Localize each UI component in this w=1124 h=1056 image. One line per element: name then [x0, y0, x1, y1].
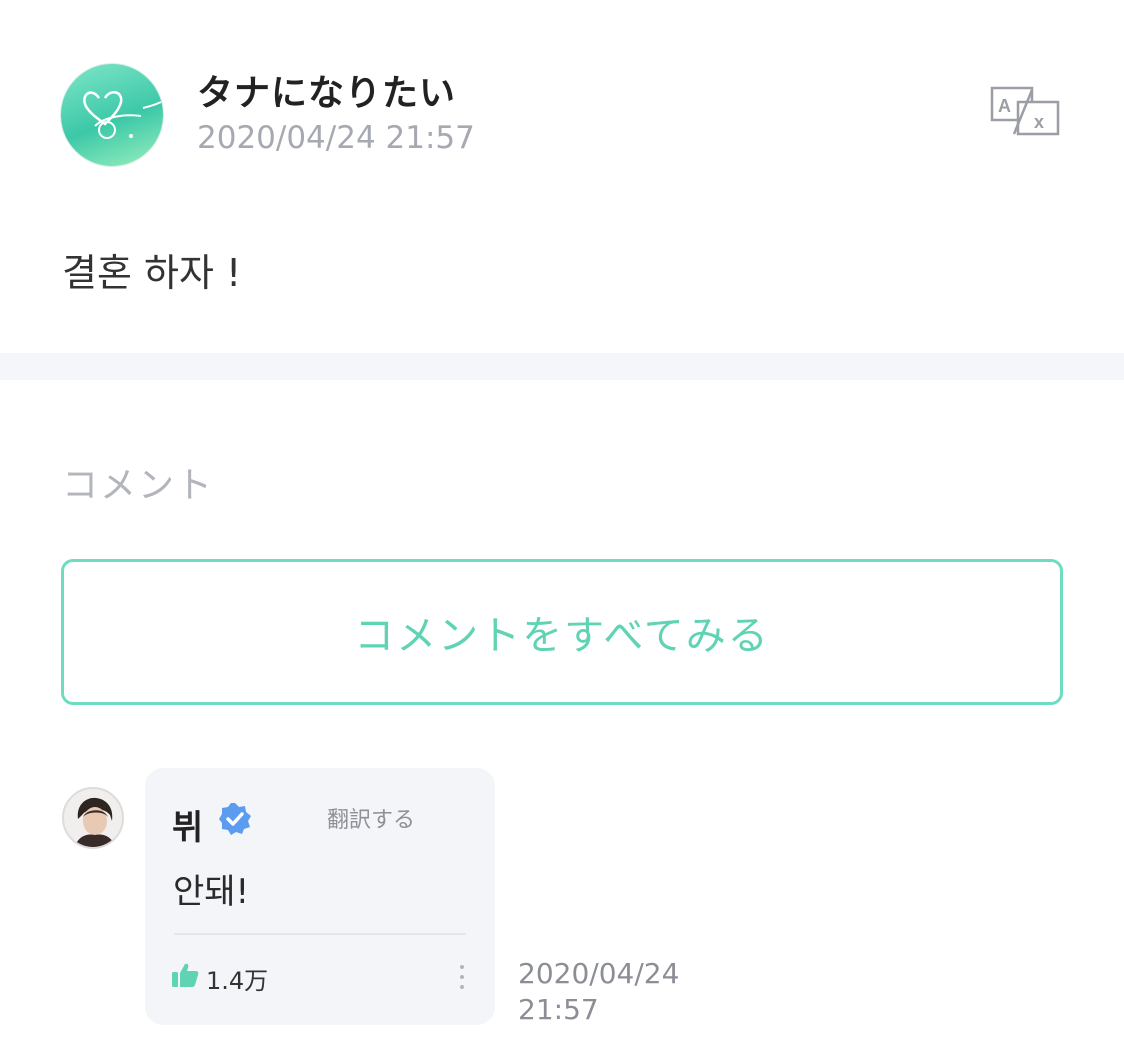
translate-comment-link[interactable]: 翻訳する: [327, 802, 415, 834]
more-options-icon[interactable]: [458, 965, 466, 995]
section-divider: [0, 353, 1124, 380]
comment-date: 2020/04/24: [518, 957, 680, 990]
comment-text: 안돼!: [173, 872, 250, 912]
heart-doodle-icon: [83, 90, 162, 139]
post-body-text: 결혼 하자 !: [62, 251, 242, 295]
post-author-name[interactable]: タナになりたい: [197, 64, 456, 116]
thumbs-up-icon[interactable]: [171, 962, 199, 988]
comment-time: 21:57: [518, 993, 599, 1026]
comments-heading: コメント: [62, 465, 215, 506]
author-avatar[interactable]: [60, 63, 164, 167]
post-timestamp: 2020/04/24 21:57: [197, 120, 475, 156]
commenter-name[interactable]: 뷔: [172, 800, 203, 849]
translate-icon[interactable]: A x: [988, 84, 1064, 138]
post-header: タナになりたい 2020/04/24 21:57 A x: [0, 0, 1124, 200]
comment-card-divider: [174, 933, 466, 935]
commenter-avatar[interactable]: [62, 787, 124, 849]
svg-text:A: A: [998, 96, 1011, 116]
comment-card: 뷔 翻訳する 안돼! 1.4万: [145, 768, 495, 1025]
view-all-comments-button[interactable]: コメントをすべてみる: [61, 559, 1063, 705]
verified-badge-icon: [218, 802, 252, 836]
comment-timestamp: 2020/04/24 21:57: [518, 956, 679, 1028]
svg-text:x: x: [1034, 112, 1044, 132]
like-count: 1.4万: [206, 967, 269, 995]
